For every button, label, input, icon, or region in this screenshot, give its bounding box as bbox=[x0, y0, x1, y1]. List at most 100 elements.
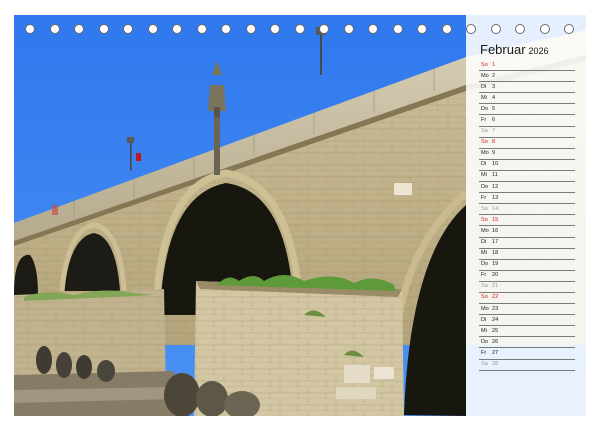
weekday-label: Mi bbox=[481, 172, 487, 179]
day-row: Do 12 bbox=[479, 182, 575, 194]
day-row: Fr 6 bbox=[479, 115, 575, 127]
binding-hole bbox=[417, 24, 427, 34]
month-title: Februar bbox=[480, 42, 526, 57]
weekday-label: Mi bbox=[481, 327, 487, 334]
binding-hole bbox=[490, 24, 501, 34]
day-row: So 22 bbox=[479, 293, 575, 305]
day-number: 19 bbox=[492, 261, 499, 268]
day-number: 18 bbox=[492, 250, 499, 257]
weekday-label: Mo bbox=[481, 305, 489, 312]
calendar-header: Februar 2026 bbox=[480, 41, 580, 57]
binding-hole bbox=[466, 24, 476, 34]
day-row: Fr 27 bbox=[479, 348, 575, 360]
day-row: So 15 bbox=[479, 215, 575, 227]
weekday-label: Di bbox=[481, 239, 487, 245]
day-number: 8 bbox=[492, 139, 496, 146]
weekday-label: Do bbox=[481, 261, 489, 268]
day-number: 15 bbox=[492, 216, 499, 223]
day-row: Sa 28 bbox=[479, 360, 575, 371]
binding-hole bbox=[343, 24, 354, 34]
day-number: 7 bbox=[492, 128, 496, 135]
binding-hole bbox=[221, 24, 231, 34]
day-row: Sa 14 bbox=[479, 204, 575, 216]
day-row: Sa 21 bbox=[479, 282, 575, 293]
day-number: 11 bbox=[492, 172, 498, 179]
weekday-label: Mo bbox=[481, 72, 489, 79]
binding-hole bbox=[270, 24, 280, 34]
calendar-page: Februar 2026 So 1 Mo 2 Di 3 Mi 4 Do 5 Fr 6 Sa 7 So 8 Mo 9 D… bbox=[0, 0, 600, 431]
day-row: Fr 13 bbox=[479, 193, 575, 205]
day-row: Mi 11 bbox=[479, 171, 575, 183]
weekday-label: Fr bbox=[481, 349, 487, 356]
day-number: 26 bbox=[492, 338, 499, 345]
weekday-label: Do bbox=[481, 105, 489, 112]
day-number: 12 bbox=[492, 183, 499, 190]
weekday-label: Fr bbox=[481, 272, 487, 279]
day-number: 27 bbox=[492, 349, 499, 356]
day-number: 5 bbox=[492, 105, 496, 112]
binding-hole bbox=[98, 24, 109, 34]
day-row: Do 19 bbox=[479, 260, 575, 271]
day-row: Fr 20 bbox=[479, 271, 575, 282]
binding-holes bbox=[0, 24, 600, 38]
day-row: Di 3 bbox=[479, 82, 575, 94]
day-row: Sa 7 bbox=[479, 127, 575, 138]
day-number: 1 bbox=[492, 61, 496, 68]
day-number: 28 bbox=[492, 361, 499, 368]
day-number: 22 bbox=[492, 294, 499, 301]
weekday-label: Mi bbox=[481, 94, 487, 101]
binding-hole bbox=[441, 24, 452, 34]
binding-hole bbox=[294, 24, 305, 34]
binding-hole bbox=[25, 24, 35, 34]
weekday-label: Mi bbox=[481, 250, 487, 257]
weekday-label: So bbox=[481, 61, 488, 68]
binding-hole bbox=[368, 24, 378, 34]
day-row: Do 26 bbox=[479, 337, 575, 349]
day-number: 17 bbox=[492, 239, 499, 245]
day-row: Mo 23 bbox=[479, 304, 575, 316]
day-number: 13 bbox=[492, 194, 499, 201]
weekday-label: Di bbox=[481, 316, 487, 323]
binding-hole bbox=[147, 24, 158, 34]
day-number: 25 bbox=[492, 327, 499, 334]
weekday-label: Sa bbox=[481, 128, 488, 135]
day-number: 2 bbox=[492, 72, 496, 79]
weekday-label: Sa bbox=[481, 283, 488, 290]
binding-hole bbox=[539, 24, 550, 34]
weekday-label: Fr bbox=[481, 194, 487, 201]
day-number: 23 bbox=[492, 305, 499, 312]
binding-hole bbox=[74, 24, 84, 34]
day-row: Di 10 bbox=[479, 160, 575, 171]
binding-hole bbox=[392, 24, 403, 34]
day-list: So 1 Mo 2 Di 3 Mi 4 Do 5 Fr 6 Sa 7 So 8 Mo 9 Di 10 Mi 11 Do 12 F… bbox=[479, 60, 575, 371]
day-number: 16 bbox=[492, 227, 499, 234]
weekday-label: Di bbox=[481, 161, 487, 168]
day-number: 10 bbox=[492, 161, 499, 168]
day-row: Mo 16 bbox=[479, 226, 575, 238]
binding-hole bbox=[245, 24, 256, 34]
weekday-label: Mo bbox=[481, 150, 489, 157]
year-label: 2026 bbox=[528, 46, 549, 56]
day-number: 21 bbox=[492, 283, 499, 290]
binding-hole bbox=[49, 24, 60, 34]
day-row: Mo 2 bbox=[479, 71, 575, 83]
binding-hole bbox=[515, 24, 525, 34]
weekday-label: Di bbox=[481, 83, 487, 90]
binding-hole bbox=[123, 24, 133, 34]
day-row: Di 24 bbox=[479, 315, 575, 327]
weekday-label: Sa bbox=[481, 361, 488, 368]
day-number: 14 bbox=[492, 205, 499, 212]
binding-hole bbox=[172, 24, 182, 34]
weekday-label: Sa bbox=[481, 205, 488, 212]
day-row: Mo 9 bbox=[479, 149, 575, 160]
day-number: 6 bbox=[492, 116, 496, 123]
weekday-label: Mo bbox=[481, 227, 489, 234]
day-number: 24 bbox=[492, 316, 499, 323]
day-row: So 8 bbox=[479, 138, 575, 149]
day-number: 4 bbox=[492, 94, 496, 101]
weekday-label: So bbox=[481, 216, 488, 223]
weekday-label: So bbox=[481, 139, 488, 146]
day-number: 9 bbox=[492, 150, 496, 157]
binding-hole bbox=[319, 24, 329, 34]
binding-hole bbox=[564, 24, 574, 34]
